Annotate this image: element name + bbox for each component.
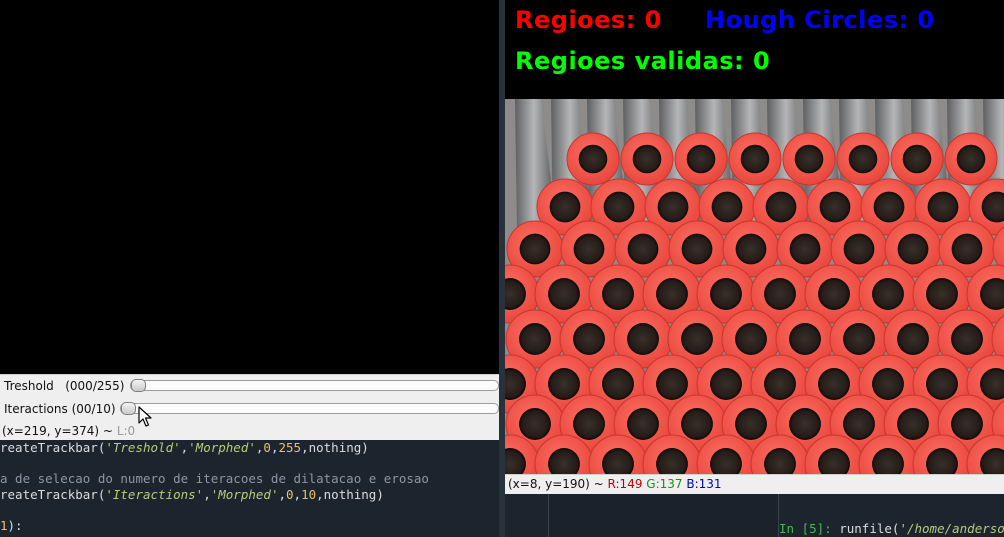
mouse-cursor-icon — [138, 406, 152, 427]
result-status-b: B:131 — [686, 477, 722, 491]
console-command: runfile( — [831, 521, 900, 536]
iteractions-slider-track[interactable] — [120, 402, 499, 415]
red-pipe-caps — [505, 132, 1004, 474]
code-line: reateTrackbar('Treshold','Morphed',0,255… — [0, 440, 369, 455]
morphed-trackbar-panel: Treshold (000/255) Iteractions (00/10) (… — [0, 374, 499, 441]
valid-regions-count-text: Regioes validas: 0 — [515, 47, 771, 75]
result-overlay-area: Regioes: 0 Hough Circles: 0 Regioes vali… — [505, 0, 1004, 99]
result-status-bar: (x=8, y=190) ~ R:149 G:137 B:131 — [505, 474, 1004, 494]
iteractions-trackbar-label: Iteractions (00/10) — [4, 402, 116, 416]
iteractions-slider-handle[interactable] — [121, 402, 136, 415]
morphed-image-canvas — [0, 0, 499, 374]
iteractions-label-text: Iteractions — [4, 402, 68, 416]
result-status-r: R:149 — [607, 477, 643, 491]
iteractions-value-text: (00/10) — [71, 402, 116, 416]
code-comment-line: a de selecao do numero de iteracoes de d… — [0, 471, 429, 486]
treshold-label-text: Treshold — [4, 379, 54, 393]
result-status-coords: (x=8, y=190) ~ — [508, 477, 604, 491]
treshold-slider-track[interactable] — [130, 379, 499, 392]
treshold-slider-handle[interactable] — [131, 379, 146, 392]
console-input-line[interactable]: In [5]: runfile('/home/anderso — [779, 521, 1004, 536]
code-editor[interactable]: reateTrackbar('Treshold','Morphed',0,255… — [0, 440, 548, 537]
console-path: '/home/anderso — [899, 521, 1004, 536]
ide-panel-middle — [548, 493, 779, 537]
console-prompt-number: 5 — [809, 521, 817, 536]
code-line: reateTrackbar('Iteractions','Morphed',0,… — [0, 487, 384, 502]
result-status-g: G:137 — [646, 477, 683, 491]
pipes-photo — [505, 99, 1004, 474]
morphed-status-bar: (x=219, y=374) ~ L:0 — [2, 424, 135, 438]
hough-circles-count-text: Hough Circles: 0 — [705, 6, 935, 34]
code-line: 1): — [0, 518, 23, 533]
pipes-photo-image — [505, 99, 1004, 474]
morphed-status-level: L:0 — [116, 424, 136, 438]
treshold-value-text: (000/255) — [65, 379, 125, 393]
morphed-status-coords: (x=219, y=374) ~ — [2, 424, 113, 438]
treshold-trackbar-label: Treshold (000/255) — [4, 379, 124, 393]
regions-count-text: Regioes: 0 — [515, 6, 662, 34]
console-prompt: In [ — [779, 521, 810, 536]
